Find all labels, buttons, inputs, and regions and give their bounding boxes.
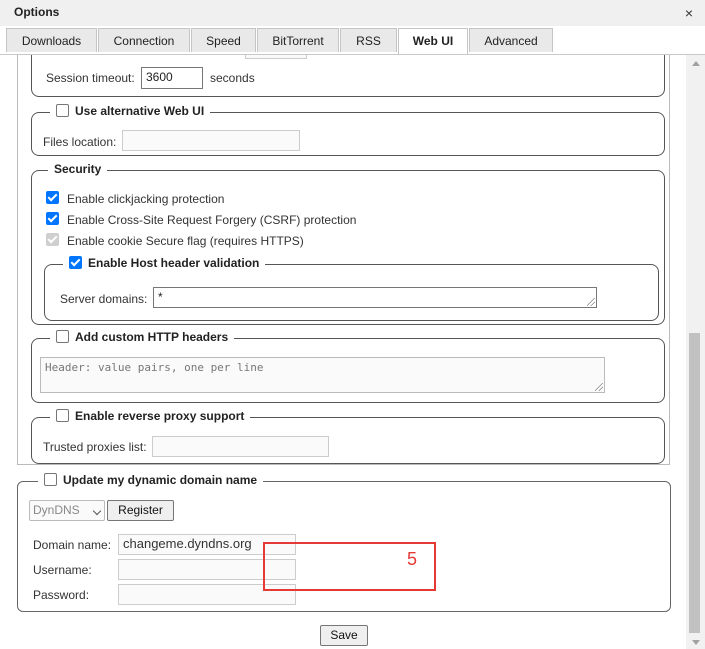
scrollbar-thumb[interactable]	[689, 333, 700, 633]
trusted-proxies-label: Trusted proxies list:	[43, 440, 147, 454]
dyndns-checkbox[interactable]	[44, 473, 57, 486]
resize-grip-icon[interactable]	[595, 383, 603, 391]
tab-advanced[interactable]: Advanced	[469, 28, 553, 52]
alt-webui-fieldset: Use alternative Web UI Files location:	[31, 104, 665, 156]
custom-headers-checkbox[interactable]	[56, 330, 69, 343]
custom-headers-placeholder: Header: value pairs, one per line	[45, 361, 264, 374]
tab-bittorrent[interactable]: BitTorrent	[257, 28, 339, 52]
window-title: Options	[14, 5, 60, 19]
session-timeout-label: Session timeout:	[46, 71, 135, 85]
server-domains-label: Server domains:	[60, 292, 148, 306]
security-legend: Security	[48, 162, 108, 176]
annotation-number: 5	[407, 549, 418, 569]
authentication-fieldset: Session timeout: 3600 seconds	[31, 55, 665, 97]
title-bar: Options ×	[0, 0, 705, 26]
session-timeout-input[interactable]: 3600	[141, 67, 203, 89]
host-header-fieldset: Enable Host header validation Server dom…	[44, 256, 659, 321]
options-window: Options × Downloads Connection Speed Bit…	[0, 0, 705, 649]
files-location-label: Files location:	[43, 135, 117, 149]
close-icon[interactable]: ×	[681, 5, 697, 21]
reverse-proxy-legend: Enable reverse proxy support	[50, 409, 251, 423]
alt-webui-label: Use alternative Web UI	[75, 104, 205, 118]
resize-grip-icon[interactable]	[587, 298, 595, 306]
dyndns-label: Update my dynamic domain name	[63, 473, 258, 487]
csrf-checkbox[interactable]	[46, 212, 59, 225]
cookie-secure-checkbox[interactable]	[46, 233, 59, 246]
chevron-down-icon	[92, 506, 102, 516]
files-location-input[interactable]	[122, 130, 300, 151]
reverse-proxy-label: Enable reverse proxy support	[75, 409, 245, 423]
clickjacking-label: Enable clickjacking protection	[67, 192, 225, 206]
server-domains-input[interactable]: *	[153, 287, 597, 308]
tab-downloads[interactable]: Downloads	[6, 28, 97, 52]
cookie-secure-label: Enable cookie Secure flag (requires HTTP…	[67, 234, 304, 248]
scroll-up-icon[interactable]	[692, 61, 700, 66]
dyndns-legend: Update my dynamic domain name	[38, 473, 264, 487]
clickjacking-checkbox[interactable]	[46, 191, 59, 204]
register-button[interactable]: Register	[107, 500, 174, 521]
csrf-label: Enable Cross-Site Request Forgery (CSRF)…	[67, 213, 357, 227]
dyndns-service-value: DynDNS	[33, 503, 80, 517]
username-label: Username:	[33, 563, 92, 577]
tab-speed[interactable]: Speed	[191, 28, 256, 52]
domain-name-label: Domain name:	[33, 538, 112, 552]
tab-rss[interactable]: RSS	[340, 28, 397, 52]
session-timeout-unit: seconds	[210, 71, 255, 85]
host-header-checkbox[interactable]	[69, 256, 82, 269]
vertical-scrollbar[interactable]	[686, 55, 705, 649]
server-domains-value: *	[158, 290, 163, 304]
host-header-legend: Enable Host header validation	[63, 256, 266, 270]
custom-headers-legend: Add custom HTTP headers	[50, 330, 235, 344]
tab-connection[interactable]: Connection	[98, 28, 190, 52]
custom-headers-fieldset: Add custom HTTP headers Header: value pa…	[31, 330, 665, 403]
dyndns-service-select[interactable]: DynDNS	[29, 500, 105, 521]
tab-webui[interactable]: Web UI	[398, 28, 468, 54]
alt-webui-legend: Use alternative Web UI	[50, 104, 211, 118]
password-label: Password:	[33, 588, 90, 602]
scroll-down-icon[interactable]	[692, 640, 700, 645]
alt-webui-checkbox[interactable]	[56, 104, 69, 117]
custom-headers-textarea[interactable]: Header: value pairs, one per line	[40, 357, 605, 393]
reverse-proxy-fieldset: Enable reverse proxy support Trusted pro…	[31, 409, 665, 464]
tab-bar: Downloads Connection Speed BitTorrent RS…	[0, 28, 705, 55]
custom-headers-label: Add custom HTTP headers	[75, 330, 229, 344]
partial-input[interactable]	[245, 55, 307, 59]
security-fieldset: Security Enable clickjacking protection …	[31, 162, 665, 325]
trusted-proxies-input[interactable]	[152, 436, 329, 457]
host-header-label: Enable Host header validation	[88, 256, 260, 270]
save-button[interactable]: Save	[320, 625, 368, 646]
reverse-proxy-checkbox[interactable]	[56, 409, 69, 422]
